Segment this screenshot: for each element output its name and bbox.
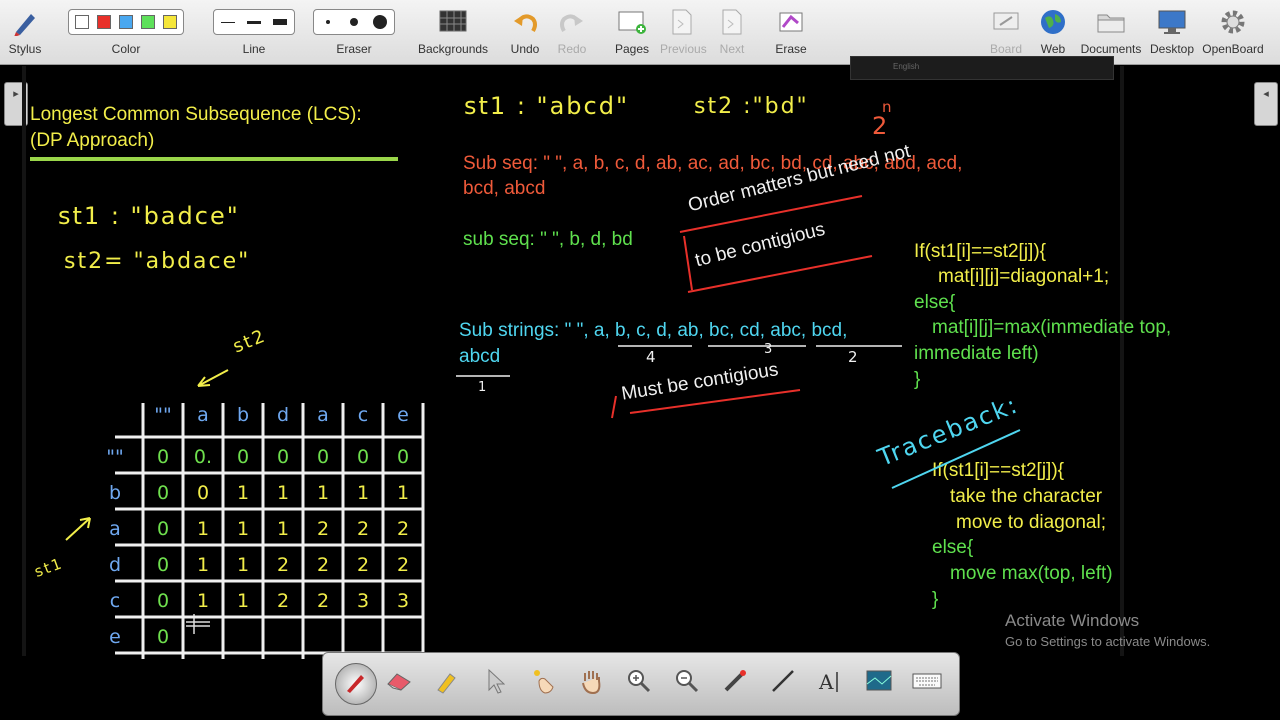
svg-text:A: A: [818, 670, 834, 694]
table-cell: 1: [276, 518, 290, 540]
table-cell: 2: [396, 554, 410, 576]
table-cell: 0: [276, 446, 290, 468]
line-tool[interactable]: [765, 665, 801, 701]
laser-pointer-tool[interactable]: [717, 665, 753, 701]
row-header: b: [108, 482, 122, 504]
tool-dock: A: [322, 652, 960, 716]
hand-sparkle-icon: [529, 667, 557, 700]
column-header: "": [154, 404, 172, 426]
column-header: c: [357, 404, 369, 426]
row-header: a: [109, 518, 121, 540]
highlighter-icon: [434, 668, 460, 699]
st1-arrow: [65, 517, 91, 541]
substring-underlines: [456, 345, 902, 377]
table-cell: [343, 619, 383, 655]
text-icon: A: [817, 668, 845, 699]
activate-windows-hint: Go to Settings to activate Windows.: [1005, 634, 1211, 649]
row-header: e: [109, 626, 121, 648]
table-cell: 0.: [193, 446, 213, 468]
pan-tool[interactable]: [573, 665, 609, 701]
column-header: e: [397, 404, 409, 426]
row-header: c: [109, 590, 121, 612]
table-cell: 2: [356, 554, 370, 576]
table-cell: 3: [356, 590, 370, 612]
zoom-out-tool[interactable]: [669, 665, 705, 701]
row-header: d: [108, 554, 122, 576]
table-cell: 0: [156, 626, 170, 648]
interact-tool[interactable]: [525, 665, 561, 701]
laser-pointer-icon: [722, 668, 748, 699]
pen-icon: [343, 669, 369, 700]
table-cell: 1: [196, 554, 210, 576]
table-cell: 0: [156, 518, 170, 540]
table-cell: [383, 619, 423, 655]
table-cell: 1: [196, 590, 210, 612]
table-cell: 2: [276, 554, 290, 576]
table-cell: 1: [236, 482, 250, 504]
table-cell: 1: [396, 482, 410, 504]
row-header: "": [106, 446, 124, 468]
table-cell: 2: [316, 554, 330, 576]
table-cell: 1: [236, 590, 250, 612]
table-cell: 1: [196, 518, 210, 540]
activate-windows-title: Activate Windows: [1005, 611, 1140, 630]
table-cell: 2: [276, 590, 290, 612]
table-cell: 3: [396, 590, 410, 612]
table-cell: 2: [396, 518, 410, 540]
table-cell: 2: [356, 518, 370, 540]
contig-underline: [611, 389, 801, 419]
keyboard-icon: [912, 671, 942, 696]
text-tool[interactable]: A: [813, 665, 849, 701]
eraser-tool[interactable]: [381, 665, 417, 701]
column-header: b: [236, 404, 250, 426]
table-cell: [223, 619, 263, 655]
pen-tool[interactable]: [335, 663, 377, 705]
table-cell: [303, 619, 343, 655]
table-cell: 0: [196, 482, 210, 504]
keyboard-tool[interactable]: [909, 665, 945, 701]
zoom-out-icon: [674, 668, 700, 699]
st2-arrow: [197, 369, 229, 387]
table-cell: 2: [316, 590, 330, 612]
eraser-icon: [385, 670, 413, 697]
table-cell: 1: [276, 482, 290, 504]
zoom-in-icon: [626, 668, 652, 699]
order-note-box: [679, 195, 873, 293]
zoom-in-tool[interactable]: [621, 665, 657, 701]
table-cell: 0: [156, 482, 170, 504]
capture-icon: [865, 668, 893, 699]
select-tool[interactable]: [477, 665, 513, 701]
line-icon: [770, 668, 796, 699]
table-cell: 0: [156, 590, 170, 612]
table-cell: 2: [316, 518, 330, 540]
table-cell: 0: [236, 446, 250, 468]
table-cell: 0: [156, 446, 170, 468]
table-cell: [263, 619, 303, 655]
capture-tool[interactable]: [861, 665, 897, 701]
column-header: d: [276, 404, 290, 426]
table-cell: 1: [356, 482, 370, 504]
highlighter-tool[interactable]: [429, 665, 465, 701]
hand-icon: [577, 667, 605, 700]
table-cell: 0: [316, 446, 330, 468]
table-cell: 0: [156, 554, 170, 576]
table-cell: 1: [236, 518, 250, 540]
traceback-underline: [891, 429, 1021, 489]
arrow-pointer-icon: [485, 668, 506, 699]
table-cell: 1: [236, 554, 250, 576]
column-header: a: [317, 404, 329, 426]
table-cell: 0: [396, 446, 410, 468]
column-header: a: [197, 404, 209, 426]
table-cell: 1: [316, 482, 330, 504]
table-cell: [183, 619, 223, 655]
table-cell: 0: [356, 446, 370, 468]
